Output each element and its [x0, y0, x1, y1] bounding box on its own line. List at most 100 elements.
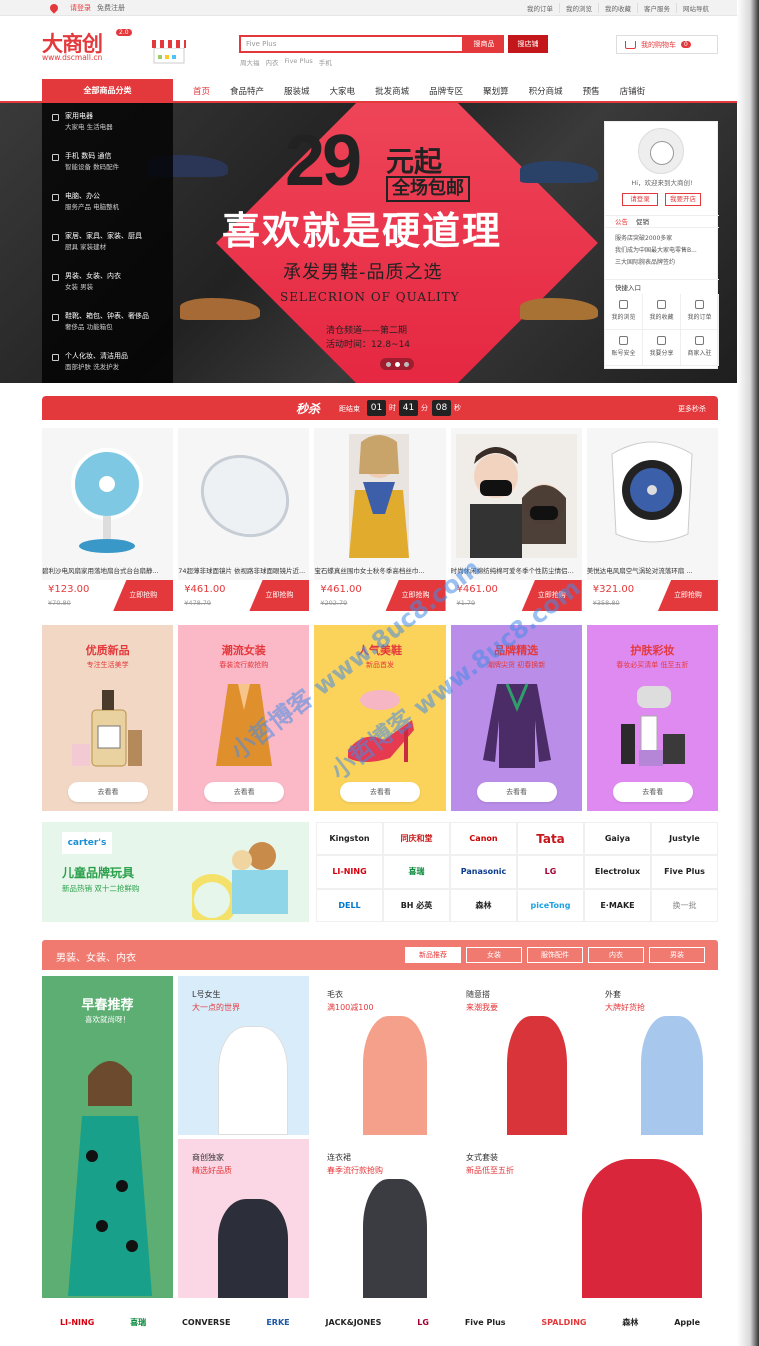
brand-logo[interactable]: piceTong — [517, 888, 584, 922]
hotword[interactable]: 手机 — [319, 57, 332, 67]
brand-logo[interactable]: SPALDING — [541, 1318, 586, 1327]
brand-logo[interactable]: Gaiya — [584, 822, 651, 856]
quick-merchant[interactable]: 商家入驻 — [681, 330, 719, 366]
brand-logo[interactable]: LI-NING — [316, 855, 383, 889]
brand-logo[interactable]: 喜瑞 — [383, 855, 450, 889]
nav-item[interactable]: 食品特产 — [220, 85, 274, 97]
nav-item[interactable]: 批发商城 — [365, 85, 419, 97]
brand-logo[interactable]: 森林 — [450, 888, 517, 922]
product-card[interactable]: 美悦达电风扇空气涡轮对流落环扇 ... ¥321.00 ¥358.80 立即抢购 — [586, 428, 718, 611]
banner-dot[interactable] — [385, 361, 391, 367]
category-card[interactable]: 随意搭 来潮我要 — [452, 976, 587, 1135]
brand-logo[interactable]: Tata — [517, 822, 584, 856]
all-categories-button[interactable]: 全部商品分类 — [42, 79, 173, 103]
link-customer-service[interactable]: 客户服务 — [644, 3, 677, 13]
category-card[interactable]: 外套 大牌好货抢 — [591, 976, 718, 1135]
link-my-orders[interactable]: 我的订单 — [527, 3, 560, 13]
brand-logo[interactable]: ERKE — [266, 1318, 289, 1327]
category-item[interactable]: 家用电器 大家电 生活电器 — [42, 111, 173, 151]
brand-logo[interactable]: 同庆和堂 — [383, 822, 450, 856]
tab-womens[interactable]: 女装 — [466, 947, 522, 963]
category-item[interactable]: 家居、家具、家装、厨具 厨具 家装建材 — [42, 231, 173, 271]
site-logo[interactable]: 大商创 2.0 www.dscmall.cn — [42, 28, 132, 66]
category-item[interactable]: 个人化妆、清洁用品 面部护肤 洗发护发 — [42, 351, 173, 391]
open-store-button[interactable]: 我要开店 — [665, 193, 701, 206]
category-card[interactable]: 毛衣 满100减100 — [313, 976, 448, 1135]
quick-orders[interactable]: 我的订单 — [681, 294, 719, 330]
brand-logo[interactable]: 喜瑞 — [130, 1317, 146, 1328]
banner-dot-active[interactable] — [394, 361, 400, 367]
brand-logo[interactable]: JACK&JONES — [325, 1318, 381, 1327]
promo-view-button[interactable]: 去看看 — [340, 782, 421, 802]
kids-brand-banner[interactable]: carter's 儿童品牌玩具 新品热销 双十二抢鲜购 — [42, 822, 309, 922]
promo-view-button[interactable]: 去看看 — [476, 782, 557, 802]
promo-view-button[interactable]: 去看看 — [612, 782, 693, 802]
nav-item[interactable]: 服装城 — [274, 85, 320, 97]
promo-view-button[interactable]: 去看看 — [204, 782, 285, 802]
category-card[interactable]: L号女生 大一点的世界 — [178, 976, 309, 1135]
brand-logo[interactable]: Canon — [450, 822, 517, 856]
register-link[interactable]: 免费注册 — [97, 3, 125, 13]
tab-new[interactable]: 新品推荐 — [405, 947, 461, 963]
brand-logo[interactable]: LI-NING — [60, 1318, 94, 1327]
category-item[interactable]: 手机 数码 通信 智能设备 数码配件 — [42, 151, 173, 191]
brand-logo[interactable]: Justyle — [651, 822, 718, 856]
nav-item-home[interactable]: 首页 — [183, 85, 220, 97]
nav-item[interactable]: 预售 — [573, 85, 610, 97]
brand-logo[interactable]: Five Plus — [651, 855, 718, 889]
category-card[interactable]: 女式套装 新品低至五折 — [452, 1139, 718, 1298]
product-card[interactable]: 碧利沙电风扇家用落地扇台式台台扇静... ¥123.00 ¥70.80 立即抢购 — [42, 428, 174, 611]
notice-item[interactable]: 三大国际腕表品牌签约 — [615, 257, 713, 269]
category-card[interactable]: 商创独家 精选好品质 — [178, 1139, 309, 1298]
brand-logo[interactable]: LG — [517, 855, 584, 889]
category-item[interactable]: 男装、女装、内衣 女装 男装 — [42, 271, 173, 311]
nav-item[interactable]: 品牌专区 — [419, 85, 473, 97]
tab-underwear[interactable]: 内衣 — [588, 947, 644, 963]
promo-card[interactable]: 优质新品 专注生活美学 去看看 — [42, 625, 174, 811]
brand-logo[interactable]: 森林 — [622, 1317, 638, 1328]
search-store-button[interactable]: 搜店铺 — [508, 35, 548, 53]
brand-logo[interactable]: Electrolux — [584, 855, 651, 889]
promo-card[interactable]: 护肤彩妆 春妆必买清单 低至五折 去看看 — [586, 625, 718, 811]
brand-logo[interactable]: E·MAKE — [584, 888, 651, 922]
location-pin-icon[interactable] — [48, 1, 60, 14]
link-my-history[interactable]: 我的浏览 — [566, 3, 599, 13]
category-card[interactable]: 连衣裙 春季流行款抢购 — [313, 1139, 448, 1298]
product-card[interactable]: 74超薄非球面镜片 依视路非球面眼镜片近... ¥461.00 ¥478.79 … — [178, 428, 310, 611]
notice-item[interactable]: 我们成为中国最大家电零售B... — [615, 245, 713, 257]
tab-mens[interactable]: 男装 — [649, 947, 705, 963]
nav-item[interactable]: 积分商城 — [519, 85, 573, 97]
more-seckill-link[interactable]: 更多秒杀 — [678, 404, 706, 414]
search-goods-button[interactable]: 搜商品 — [464, 35, 504, 53]
quick-security[interactable]: 账号安全 — [605, 330, 643, 366]
nav-item[interactable]: 大家电 — [320, 85, 366, 97]
refresh-brands-button[interactable]: 换一批 — [651, 888, 718, 922]
category-item[interactable]: 电脑、办公 服务产品 电脑整机 — [42, 191, 173, 231]
login-link[interactable]: 请登录 — [70, 3, 91, 13]
brand-logo[interactable]: BH 必英 — [383, 888, 450, 922]
promo-view-button[interactable]: 去看看 — [68, 782, 148, 802]
banner-dot[interactable] — [403, 361, 409, 367]
quick-favorites[interactable]: 我的收藏 — [643, 294, 681, 330]
quick-share[interactable]: 我要分享 — [643, 330, 681, 366]
hotword[interactable]: Five Plus — [285, 57, 313, 67]
quick-history[interactable]: 我的浏览 — [605, 294, 643, 330]
search-input[interactable]: Five Plus — [239, 35, 464, 53]
link-site-nav[interactable]: 网站导航 — [683, 3, 715, 13]
nav-item[interactable]: 店铺街 — [610, 85, 656, 97]
tab-accessories[interactable]: 服饰配件 — [527, 947, 583, 963]
spring-feature-card[interactable]: 早春推荐 喜欢就尚呀！ — [42, 976, 173, 1298]
apple-logo-icon[interactable]: Apple — [674, 1318, 700, 1327]
brand-logo[interactable]: Panasonic — [450, 855, 517, 889]
brand-logo[interactable]: LG — [417, 1318, 429, 1327]
brand-logo[interactable]: DELL — [316, 888, 383, 922]
brand-logo[interactable]: CONVERSE — [182, 1318, 230, 1327]
panel-login-button[interactable]: 请登录 — [622, 193, 658, 206]
tab-promotion[interactable]: 促销 — [636, 216, 649, 227]
link-my-favorites[interactable]: 我的收藏 — [605, 3, 638, 13]
category-item[interactable]: 鞋靴、箱包、钟表、奢侈品 奢侈品 功能箱包 — [42, 311, 173, 351]
hotword[interactable]: 周大福 — [240, 57, 260, 67]
notice-item[interactable]: 服务店突破2000多家 — [615, 233, 713, 245]
brand-logo[interactable]: Kingston — [316, 822, 383, 856]
nav-item[interactable]: 聚划算 — [473, 85, 519, 97]
